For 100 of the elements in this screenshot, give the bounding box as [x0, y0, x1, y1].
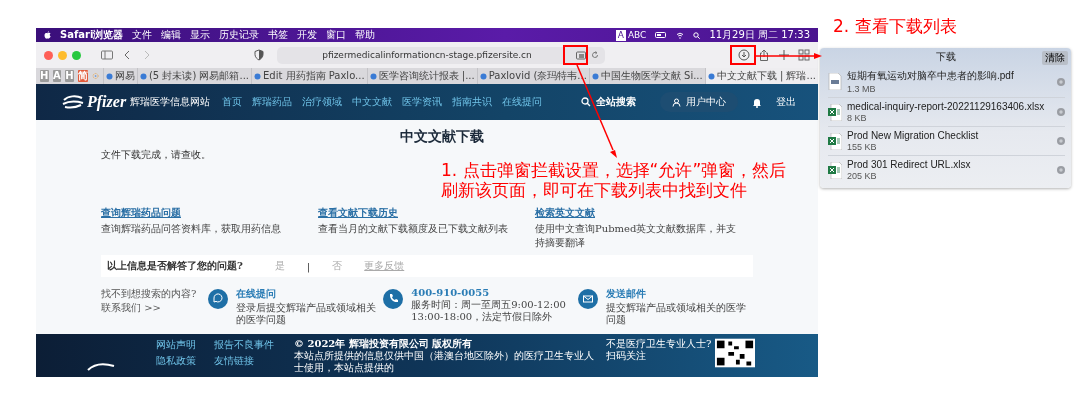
spreadsheet-icon: [828, 161, 842, 179]
menu-item[interactable]: 编辑: [161, 28, 182, 42]
popup-blocked-icon[interactable]: [575, 49, 587, 61]
option-separator: |: [306, 260, 311, 272]
nav-link[interactable]: 中文文献: [352, 95, 393, 109]
menu-item[interactable]: 开发: [297, 28, 318, 42]
file-name[interactable]: medical-inquiry-report-20221129163406.xlsx: [847, 101, 1052, 112]
logo-swoosh-icon: [62, 95, 84, 109]
panel-title: 下载: [935, 50, 956, 64]
highlight-box: [730, 45, 756, 65]
document-icon: [828, 73, 842, 90]
quick-link[interactable]: 查询辉瑞药品问题: [101, 206, 181, 220]
contact-prompt: 找不到想搜索的内容?: [101, 287, 198, 301]
page-title: 中文文献下载: [400, 128, 484, 146]
menu-item[interactable]: 历史记录: [219, 28, 260, 42]
disclaimer-text: 本站点所提供的信息仅供中国（港澳台地区除外）的医疗卫生专业人士使用，本站点提供的: [294, 350, 594, 374]
search-icon[interactable]: [581, 97, 591, 107]
nav-link[interactable]: 在线提问: [502, 95, 543, 109]
wifi-icon[interactable]: [676, 31, 685, 39]
file-size: 155 KB: [847, 142, 878, 152]
file-size: 205 KB: [847, 171, 878, 181]
shield-icon[interactable]: [253, 49, 265, 61]
spreadsheet-icon: [828, 103, 842, 121]
quick-link[interactable]: 查看文献下载历史: [318, 206, 398, 220]
address-field[interactable]: pfizermedicalinformationcn-stage.pfizersite.cn: [277, 46, 605, 64]
footer-link[interactable]: 友情链接: [214, 354, 284, 368]
nav-link[interactable]: 首页: [222, 95, 243, 109]
nav-link[interactable]: 指南共识: [452, 95, 493, 109]
input-source-icon[interactable]: A: [615, 29, 626, 41]
arrow: [755, 53, 822, 59]
site-favicon: [591, 72, 599, 80]
nav-link[interactable]: 治疗领域: [302, 95, 343, 109]
site-favicon: [105, 72, 113, 80]
annotation-text: 1. 点击弹窗拦截设置，选择“允许”弹窗，然后刷新该页面，即可在下载列表中找到文件: [441, 160, 788, 200]
footer-link[interactable]: 隐私政策: [156, 354, 214, 368]
contact-title[interactable]: 发送邮件: [605, 287, 753, 301]
link-description: 查询辉瑞药品问答资料库，获取用药信息: [101, 222, 282, 236]
bell-icon[interactable]: [752, 96, 762, 108]
site-name: 辉瑞医学信息网站: [130, 95, 211, 109]
file-name[interactable]: 短期有氧运动对脑卒中患者的影响.pdf: [847, 69, 1052, 83]
site-search-link[interactable]: 全站搜索: [596, 95, 636, 109]
contact-us-link[interactable]: 联系我们 >>: [101, 301, 209, 315]
file-name[interactable]: Prod New Migration Checklist: [847, 130, 1052, 141]
feedback-question: 以上信息是否解答了您的问题?: [107, 259, 243, 273]
share-icon[interactable]: [758, 49, 770, 61]
contact-title[interactable]: 在线提问: [236, 287, 384, 301]
contact-description: 登录后提交辉瑞产品或领域相关的医学问题: [236, 302, 378, 326]
download-icon[interactable]: [738, 49, 750, 61]
search-icon[interactable]: [693, 31, 701, 39]
logout-link[interactable]: 登出: [776, 95, 796, 109]
qr-caption: 扫码关注: [606, 350, 647, 362]
site-favicon: [369, 72, 377, 80]
pfizer-logo[interactable]: Pfizer: [87, 93, 127, 111]
nav-link[interactable]: 医学资讯: [402, 95, 443, 109]
highlight-box: [563, 45, 588, 65]
app-menu[interactable]: Safari浏览器: [60, 28, 124, 42]
site-favicon: [707, 72, 715, 80]
contact-description: 提交辉瑞产品或领域相关的医学问题: [605, 302, 747, 326]
file-size: 1.3 MB: [847, 84, 877, 94]
site-favicon: [139, 72, 147, 80]
file-name[interactable]: Prod 301 Redirect URL.xlsx: [847, 159, 1052, 170]
qr-code-icon: [715, 338, 756, 368]
input-source-label: ABC: [627, 30, 647, 40]
envelope-icon: [577, 289, 598, 309]
annotation-text: 2. 查看下载列表: [833, 15, 958, 38]
spreadsheet-icon: [828, 132, 842, 150]
contact-description: 服务时间：周一至周五9:00-12:00 13:00-18:00，法定节假日除外: [411, 299, 567, 323]
bookmark-favicon[interactable]: 简: [77, 70, 88, 82]
footer-link[interactable]: 报告不良事件: [214, 338, 284, 352]
battery-icon[interactable]: [655, 32, 668, 38]
reload-icon[interactable]: [591, 51, 599, 59]
quick-link[interactable]: 检索英文文献: [535, 206, 595, 220]
apple-icon[interactable]: [44, 31, 51, 39]
sidebar-icon[interactable]: [101, 49, 113, 61]
menu-item[interactable]: 文件: [132, 28, 153, 42]
link-description: 使用中文查询Pubmed英文文献数据库，并支持摘要翻译: [535, 222, 738, 250]
clear-button[interactable]: 清除: [1042, 51, 1068, 65]
copyright-text: © 2022年 辉瑞投资有限公司 版权所有: [294, 338, 474, 350]
user-center-button[interactable]: 用户中心: [660, 92, 738, 112]
new-tab-icon[interactable]: [778, 49, 790, 61]
phone-icon: [383, 289, 404, 309]
menu-item[interactable]: 帮助: [355, 28, 376, 42]
clock[interactable]: 11月29日 周二 17:33: [709, 28, 810, 42]
tab-overview-icon[interactable]: [798, 49, 810, 61]
site-favicon: [479, 72, 487, 80]
browser-tab[interactable]: 中文文献下载 | 辉瑞...: [704, 68, 818, 84]
status-message: 文件下载完成，请查收。: [101, 148, 211, 162]
close-button[interactable]: [44, 50, 53, 60]
qr-prompt: 不是医疗卫生专业人士?: [606, 338, 712, 350]
link-description: 查看当月的文献下载额度及已下载文献列表: [318, 222, 509, 236]
menu-item[interactable]: 窗口: [326, 28, 347, 42]
nav-link[interactable]: 辉瑞药品: [252, 95, 293, 109]
site-favicon: [254, 72, 261, 80]
menu-item[interactable]: 显示: [190, 28, 211, 42]
footer-link[interactable]: 网站声明: [156, 338, 214, 352]
user-icon: [672, 97, 681, 107]
logo-swoosh-icon: [86, 360, 116, 372]
contact-title[interactable]: 400-910-0055: [411, 287, 578, 298]
menu-item[interactable]: 书签: [268, 28, 289, 42]
chat-bubble-icon: [208, 289, 229, 309]
